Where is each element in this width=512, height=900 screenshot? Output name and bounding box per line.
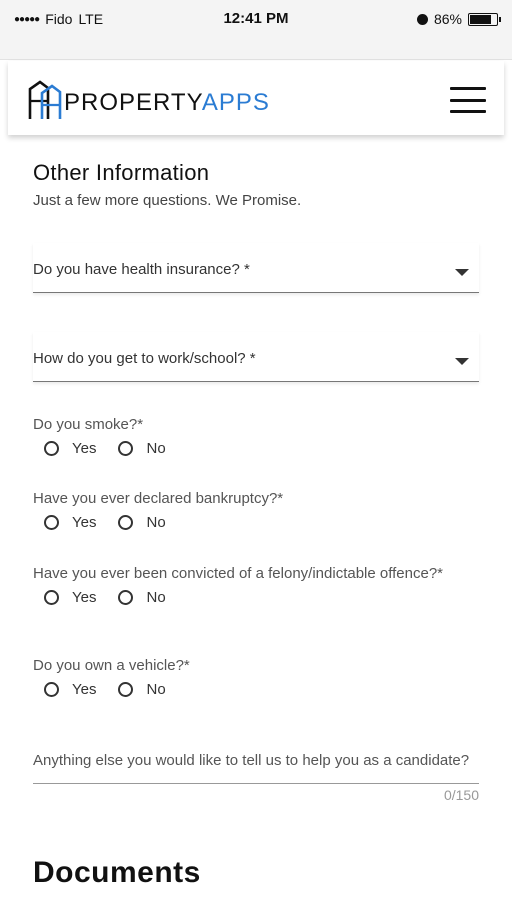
character-counter: 0/150: [443, 787, 479, 803]
radio-label: No: [146, 514, 166, 531]
select-label: Do you have health insurance? *: [33, 261, 250, 278]
question-label: Do you own a vehicle?*: [33, 657, 190, 674]
menu-bar-middle: [450, 98, 486, 102]
radio-no[interactable]: No: [118, 681, 166, 698]
battery-percent: 86%: [433, 11, 462, 27]
radio-circle-icon[interactable]: [44, 590, 59, 605]
radio-group: Yes No: [44, 514, 479, 531]
radio-label: No: [146, 681, 166, 698]
radio-yes[interactable]: Yes: [44, 440, 96, 457]
logo-wordmark-apps: APPS: [201, 89, 270, 116]
radio-label: Yes: [72, 514, 97, 531]
property-apps-logo[interactable]: PROPERTYAPPS: [26, 79, 270, 119]
radio-yes[interactable]: Yes: [44, 514, 96, 531]
radio-yes[interactable]: Yes: [44, 681, 96, 698]
section-subtitle: Just a few more questions. We Promise.: [33, 192, 302, 209]
felony-question: Have you ever been convicted of a felony…: [33, 565, 479, 606]
menu-bar-bottom: [450, 110, 486, 113]
radio-circle-icon[interactable]: [118, 682, 134, 697]
vehicle-question: Do you own a vehicle?* Yes No: [33, 657, 479, 698]
menu-bar-top: [450, 87, 486, 90]
battery-fill: [470, 14, 491, 24]
documents-title: Documents: [33, 856, 201, 889]
radio-label: Yes: [72, 440, 97, 457]
radio-no[interactable]: No: [118, 589, 166, 606]
radio-label: No: [146, 589, 166, 606]
alarm-icon: [416, 13, 428, 25]
radio-label: Yes: [72, 681, 97, 698]
other-information-section: Other Information Just a few more questi…: [33, 160, 479, 209]
radio-group: Yes No: [44, 681, 479, 698]
radio-no[interactable]: No: [118, 440, 166, 457]
dropdown-arrow-icon: [455, 269, 469, 276]
dropdown-arrow-icon: [455, 358, 469, 365]
building-logo-icon: [28, 80, 62, 119]
radio-label: Yes: [72, 589, 97, 606]
select-label: How do you get to work/school? *: [33, 350, 256, 367]
radio-circle-icon[interactable]: [118, 441, 134, 456]
radio-label: No: [146, 440, 166, 457]
radio-group: Yes No: [44, 440, 479, 457]
radio-no[interactable]: No: [118, 514, 166, 531]
radio-circle-icon[interactable]: [44, 682, 59, 697]
health-insurance-select[interactable]: Do you have health insurance? *: [33, 243, 479, 293]
textarea-placeholder: Anything else you would like to tell us …: [33, 752, 470, 769]
question-label: Have you ever declared bankruptcy?*: [33, 490, 284, 507]
smoke-question: Do you smoke?* Yes No: [33, 416, 479, 457]
logo-wordmark: PROPERTYAPPS: [64, 89, 270, 117]
radio-yes[interactable]: Yes: [44, 589, 96, 606]
radio-circle-icon[interactable]: [118, 590, 134, 605]
status-bar: ●●●●● Fido LTE 12:41 PM 86%: [0, 0, 512, 60]
section-title: Other Information: [33, 160, 210, 185]
commute-select[interactable]: How do you get to work/school? *: [33, 332, 479, 382]
question-label: Do you smoke?*: [33, 416, 144, 433]
question-label: Have you ever been convicted of a felony…: [33, 565, 443, 582]
hamburger-menu-icon[interactable]: [450, 87, 486, 113]
bankruptcy-question: Have you ever declared bankruptcy?* Yes …: [33, 490, 479, 531]
status-right: 86%: [416, 11, 501, 27]
radio-circle-icon[interactable]: [44, 515, 59, 530]
battery-icon: [468, 12, 501, 26]
radio-circle-icon[interactable]: [118, 515, 134, 530]
radio-group: Yes No: [44, 589, 479, 606]
logo-wordmark-property: PROPERTY: [64, 89, 202, 116]
app-header: PROPERTYAPPS: [8, 61, 504, 135]
radio-circle-icon[interactable]: [44, 441, 59, 456]
additional-info-textarea[interactable]: Anything else you would like to tell us …: [33, 736, 479, 784]
